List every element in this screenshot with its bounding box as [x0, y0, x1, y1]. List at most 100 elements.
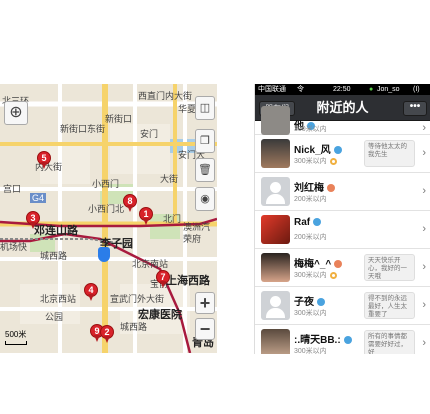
distance-label: 300米以内 — [294, 156, 337, 166]
list-item[interactable]: Raf 200米以内 › — [255, 211, 430, 249]
pin-tail — [104, 336, 110, 343]
avatar — [261, 106, 290, 135]
avatar — [261, 177, 290, 206]
male-icon — [343, 336, 352, 345]
map-label: 安门 — [140, 129, 159, 139]
copy-icon[interactable]: ❐ — [195, 129, 215, 153]
pin-tail — [160, 281, 166, 288]
signature: 所有的事情都需要好好过，好 — [364, 330, 415, 354]
avatar — [261, 139, 290, 168]
map-pin[interactable]: 1 — [139, 207, 153, 225]
more-button[interactable]: ••• — [403, 101, 427, 116]
distance-label: 300米以内 — [294, 310, 327, 317]
map-label: 华夏 — [178, 104, 197, 114]
map-label: 小西门北 — [88, 204, 125, 214]
map-place-label: 上海西路 — [166, 275, 210, 287]
map-scale: 500米 — [5, 329, 27, 345]
signature: 得不到的永远最好，人生太重要了 — [364, 292, 415, 319]
camera-icon[interactable]: ◉ — [195, 187, 215, 211]
map-label: 西直门内大街 — [138, 91, 193, 101]
map-pin[interactable]: 8 — [123, 194, 137, 212]
map-pin[interactable]: 7 — [156, 270, 170, 288]
map-label: 澳洲汽 — [183, 222, 211, 232]
map-place-label: 宏康医院 — [138, 309, 182, 321]
map-label: 大街 — [160, 174, 179, 184]
map-label: 新街口 — [105, 114, 133, 124]
distance-label: 300米以内 — [294, 270, 337, 280]
map-label: 宫口 — [3, 184, 22, 194]
online-icon: ● — [369, 86, 374, 93]
chevron-right-icon: › — [422, 185, 426, 197]
scale-bar — [5, 341, 27, 345]
list-item[interactable]: 他 300米以内 › — [255, 106, 430, 135]
trash-icon[interactable]: 🗑 — [195, 158, 215, 182]
pin-tail — [41, 162, 47, 169]
chevron-right-icon: › — [422, 337, 426, 349]
map-view[interactable]: 西直门内大街 新街口东街 北三环 新街口 华夏 安门 安门大 内大街 小西门 大… — [0, 84, 217, 353]
zoom-in-button[interactable]: + — [195, 292, 215, 314]
user-name: Raf — [294, 217, 322, 228]
chevron-right-icon: › — [422, 223, 426, 235]
map-label: 北京南站 — [132, 259, 169, 269]
map-label: 城西路 — [40, 251, 68, 261]
pin-tail — [30, 222, 36, 229]
female-icon — [334, 260, 343, 269]
zoom-out-button[interactable]: − — [195, 318, 215, 340]
chevron-right-icon: › — [422, 299, 426, 311]
list-item[interactable]: 子夜 300米以内 得不到的永远最好，人生太重要了 › — [255, 287, 430, 325]
avatar — [261, 253, 290, 282]
list-item[interactable]: 刘红梅 200米以内 › — [255, 173, 430, 211]
distance-label: 300米以内 — [294, 348, 327, 354]
list-item[interactable]: :.晴天BB.: 300米以内 所有的事情都需要好好过，好 › — [255, 325, 430, 354]
carrier-label: 中国联通 — [258, 86, 286, 93]
pin-tail — [143, 218, 149, 225]
avatar — [261, 215, 290, 244]
pin-tail — [88, 294, 94, 301]
male-icon — [313, 218, 322, 227]
battery-icon: (I) — [413, 86, 420, 93]
user-name: 刘红梅 — [294, 179, 335, 194]
wifi-icon: 令 — [297, 86, 304, 93]
username-label: Jon_so — [377, 86, 400, 93]
map-label: 宣武门外大街 — [110, 294, 165, 304]
layers-icon[interactable]: ◫ — [195, 96, 215, 120]
status-bar: 中国联通 令 22:50 ● Jon_so (I) — [255, 84, 430, 95]
map-label: G4 — [30, 193, 47, 203]
distance-label: 200米以内 — [294, 234, 327, 241]
distance-label: 300米以内 — [294, 126, 327, 133]
map-pin[interactable]: 5 — [37, 151, 51, 169]
distance-label: 200米以内 — [294, 196, 327, 203]
map-label: 公园 — [45, 312, 64, 322]
clock-label: 22:50 — [333, 86, 351, 93]
album-icon — [329, 157, 337, 165]
map-label: 机场快 — [0, 242, 28, 252]
map-label: 城西路 — [120, 322, 148, 332]
avatar — [261, 329, 290, 354]
signature: 等待他太太的我先生 — [364, 140, 415, 167]
pin-tail — [127, 205, 133, 212]
phone-screen: 中国联通 令 22:50 ● Jon_so (I) 朋友们 附近的人 ••• 他… — [254, 84, 430, 354]
list-item[interactable]: Nick_风 300米以内 等待他太太的我先生 › — [255, 135, 430, 173]
signature: 天天快乐开心，我好的一天哦 — [364, 254, 415, 281]
map-place-label: 邓连山路 — [34, 225, 78, 237]
map-label: 北门 — [163, 214, 182, 224]
user-name: :.晴天BB.: — [294, 331, 352, 346]
male-icon — [333, 146, 342, 155]
male-icon — [317, 298, 325, 307]
album-icon — [329, 271, 337, 279]
chevron-right-icon: › — [422, 147, 426, 159]
map-label: 荣府 — [183, 234, 202, 244]
map-pin[interactable]: 4 — [84, 283, 98, 301]
crosshair-icon[interactable]: ⊕ — [4, 101, 28, 125]
map-pin[interactable]: 2 — [100, 325, 114, 343]
user-name: 子夜 — [294, 293, 325, 308]
chevron-right-icon: › — [422, 261, 426, 273]
user-name: 梅梅^_^ — [294, 255, 343, 270]
user-name: Nick_风 — [294, 141, 342, 156]
chevron-right-icon: › — [422, 122, 426, 134]
list-item[interactable]: 梅梅^_^ 300米以内 天天快乐开心，我好的一天哦 › — [255, 249, 430, 287]
nearby-list: 他 300米以内 › Nick_风 300米以内 等待他太太的我先生 › 刘红梅… — [255, 106, 430, 354]
map-pin[interactable]: 3 — [26, 211, 40, 229]
avatar — [261, 291, 290, 320]
female-icon — [327, 184, 335, 193]
